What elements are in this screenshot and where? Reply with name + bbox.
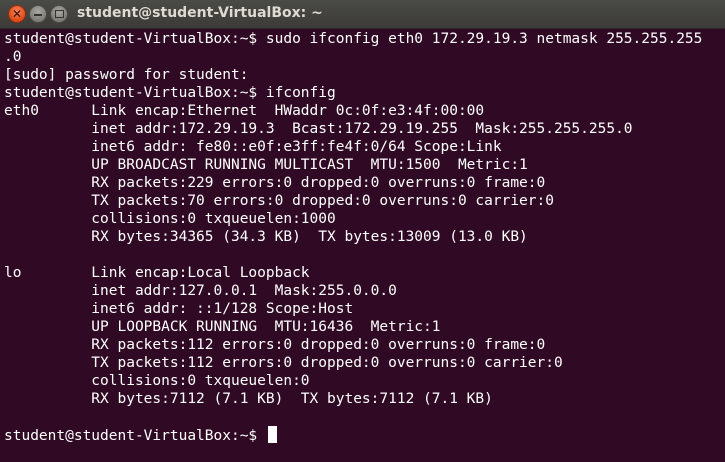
terminal-line: TX packets:112 errors:0 dropped:0 overru… [4,355,563,371]
terminal-line: inet6 addr: ::1/128 Scope:Host [4,301,354,317]
maximize-button[interactable] [50,5,68,23]
close-button[interactable]: ✕ [8,5,26,23]
terminal-line: UP BROADCAST RUNNING MULTICAST MTU:1500 … [4,157,528,173]
terminal-line: [sudo] password for student: [4,67,249,83]
terminal-line: student@student-VirtualBox:~$ ifconfig [4,85,336,101]
terminal-line: .0 [4,49,22,65]
terminal-line: RX bytes:34365 (34.3 KB) TX bytes:13009 … [4,229,528,245]
window-title: student@student-VirtualBox: ~ [77,5,323,21]
minimize-button[interactable] [29,5,47,23]
terminal-line: TX packets:70 errors:0 dropped:0 overrun… [4,193,554,209]
terminal-output[interactable]: student@student-VirtualBox:~$ sudo ifcon… [0,30,725,462]
terminal-line: student@student-VirtualBox:~$ sudo ifcon… [4,31,703,47]
maximize-icon [54,10,64,18]
terminal-line: collisions:0 txqueuelen:1000 [4,211,336,227]
terminal-line: inet6 addr: fe80::e0f:e3ff:fe4f:0/64 Sco… [4,139,502,155]
terminal-line: RX bytes:7112 (7.1 KB) TX bytes:7112 (7.… [4,391,493,407]
close-icon: ✕ [11,7,23,21]
text-cursor [267,426,277,443]
terminal-prompt-line[interactable]: student@student-VirtualBox:~$ [4,426,725,444]
terminal-line: RX packets:112 errors:0 dropped:0 overru… [4,337,546,353]
terminal-line: UP LOOPBACK RUNNING MTU:16436 Metric:1 [4,319,441,335]
terminal-line: inet addr:172.29.19.3 Bcast:172.29.19.25… [4,121,633,137]
terminal-line: inet addr:127.0.0.1 Mask:255.0.0.0 [4,283,397,299]
terminal-line: eth0 Link encap:Ethernet HWaddr 0c:0f:e3… [4,103,485,119]
terminal-line: RX packets:229 errors:0 dropped:0 overru… [4,175,546,191]
terminal-line: collisions:0 txqueuelen:0 [4,373,310,389]
title-bar[interactable]: ✕ student@student-VirtualBox: ~ [0,0,725,29]
terminal-window: ✕ student@student-VirtualBox: ~ student@… [0,0,725,462]
terminal-line: lo Link encap:Local Loopback [4,265,310,281]
shell-prompt: student@student-VirtualBox:~$ [4,428,266,444]
minimize-icon [34,14,42,16]
